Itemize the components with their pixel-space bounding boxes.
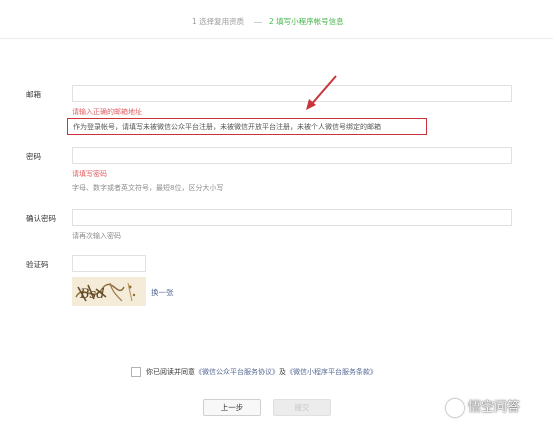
captcha-refresh-link[interactable]: 换一张 <box>151 287 174 298</box>
svg-text:Bsd: Bsd <box>79 287 105 302</box>
header-divider <box>0 38 553 39</box>
email-hint: 作为登录帐号，请填写未被微信公众平台注册，未被微信开放平台注册，未被个人微信号绑… <box>73 123 381 131</box>
password-hint: 字母、数字或者英文符号，最短8位，区分大小写 <box>72 184 224 192</box>
email-label: 邮箱 <box>26 90 41 99</box>
confirm-password-hint: 请再次输入密码 <box>72 232 121 240</box>
watermark: 悟空问答 <box>446 396 520 420</box>
watermark-text: 悟空问答 <box>468 400 521 415</box>
register-page: 1 选择复用资质 2 填写小程序帐号信息 邮箱 请输入正确的邮箱地址 作为登录帐… <box>0 0 553 426</box>
platform-agreement-link[interactable]: 《微信公众平台服务协议》 <box>195 368 279 376</box>
step-1: 1 选择复用资质 <box>192 17 245 26</box>
password-error: 请填写密码 <box>72 170 107 178</box>
agreement-and: 及 <box>279 368 286 376</box>
step-separator <box>254 22 262 23</box>
confirm-password-input[interactable] <box>72 209 512 226</box>
previous-step-button[interactable]: 上一步 <box>203 399 261 416</box>
email-error: 请输入正确的邮箱地址 <box>72 108 142 116</box>
wukong-logo-icon <box>446 398 464 417</box>
captcha-image: Bsd <box>72 277 146 306</box>
agreement-prefix: 你已阅读并同意 <box>146 368 195 376</box>
confirm-password-label: 确认密码 <box>26 214 56 223</box>
submit-button[interactable]: 提交 <box>273 399 331 416</box>
miniprogram-terms-link[interactable]: 《微信小程序平台服务条款》 <box>286 368 377 376</box>
password-input[interactable] <box>72 147 512 164</box>
agreement-row: 你已阅读并同意《微信公众平台服务协议》及《微信小程序平台服务条款》 <box>131 367 377 379</box>
password-label: 密码 <box>26 152 41 161</box>
step-indicator: 1 选择复用资质 2 填写小程序帐号信息 <box>0 14 553 30</box>
annotation-highlight-box: 作为登录帐号，请填写未被微信公众平台注册，未被微信开放平台注册，未被个人微信号绑… <box>67 118 427 135</box>
agreement-checkbox[interactable] <box>131 367 141 377</box>
annotation-arrow-icon <box>306 75 337 110</box>
step-2-active: 2 填写小程序帐号信息 <box>269 17 344 26</box>
email-input[interactable] <box>72 85 512 102</box>
captcha-label: 验证码 <box>26 260 49 269</box>
captcha-noise-icon: Bsd <box>75 282 136 302</box>
captcha-input[interactable] <box>72 255 146 272</box>
